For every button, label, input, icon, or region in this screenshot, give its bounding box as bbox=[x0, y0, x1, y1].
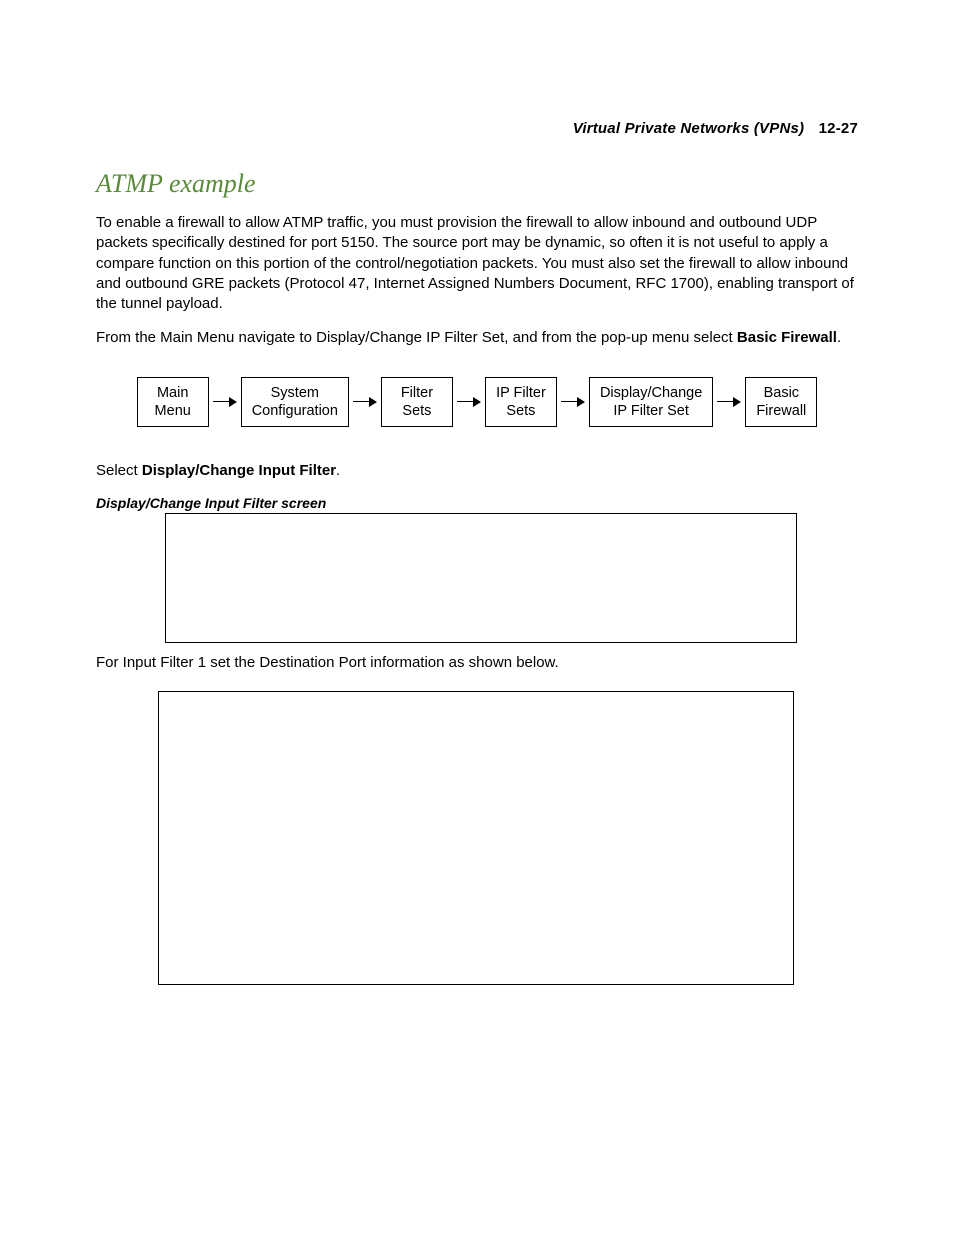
input-filter-screen-placeholder bbox=[165, 513, 797, 643]
paragraph-3-post: . bbox=[336, 462, 340, 479]
arrow-icon bbox=[457, 397, 481, 407]
section-title: ATMP example bbox=[96, 169, 858, 199]
running-header: Virtual Private Networks (VPNs) 12-27 bbox=[96, 120, 858, 137]
paragraph-2: From the Main Menu navigate to Display/C… bbox=[96, 328, 858, 348]
navigation-flowchart: Main Menu System Configuration Filter Se… bbox=[96, 377, 858, 427]
arrow-icon bbox=[717, 397, 741, 407]
paragraph-2-bold: Basic Firewall bbox=[737, 329, 837, 346]
flow-box-display-change-ip-filter-set: Display/Change IP Filter Set bbox=[589, 377, 713, 427]
flow-line: Main bbox=[157, 385, 188, 401]
flow-line: Sets bbox=[506, 403, 535, 419]
flow-line: Basic bbox=[764, 385, 799, 401]
paragraph-1: To enable a firewall to allow ATMP traff… bbox=[96, 213, 858, 314]
arrow-icon bbox=[213, 397, 237, 407]
flow-line: Menu bbox=[155, 403, 191, 419]
paragraph-2-post: . bbox=[837, 329, 841, 346]
flow-line: Filter bbox=[401, 385, 433, 401]
paragraph-3: Select Display/Change Input Filter. bbox=[96, 461, 858, 481]
flow-box-basic-firewall: Basic Firewall bbox=[745, 377, 817, 427]
header-page-number: 12-27 bbox=[819, 120, 858, 137]
flow-line: Sets bbox=[402, 403, 431, 419]
header-title: Virtual Private Networks (VPNs) bbox=[573, 120, 805, 137]
flow-line: Display/Change bbox=[600, 385, 702, 401]
arrow-icon bbox=[561, 397, 585, 407]
flow-line: IP Filter Set bbox=[613, 403, 688, 419]
paragraph-4: For Input Filter 1 set the Destination P… bbox=[96, 653, 858, 673]
flow-line: Firewall bbox=[756, 403, 806, 419]
flow-line: IP Filter bbox=[496, 385, 546, 401]
flow-box-ip-filter-sets: IP Filter Sets bbox=[485, 377, 557, 427]
flow-box-main-menu: Main Menu bbox=[137, 377, 209, 427]
document-page: Virtual Private Networks (VPNs) 12-27 AT… bbox=[0, 0, 954, 1235]
flow-box-system-configuration: System Configuration bbox=[241, 377, 349, 427]
flow-line: System bbox=[271, 385, 319, 401]
paragraph-3-pre: Select bbox=[96, 462, 142, 479]
paragraph-2-pre: From the Main Menu navigate to Display/C… bbox=[96, 329, 737, 346]
flow-box-filter-sets: Filter Sets bbox=[381, 377, 453, 427]
screen-caption-1: Display/Change Input Filter screen bbox=[96, 495, 858, 511]
destination-port-screen-placeholder bbox=[158, 691, 794, 985]
arrow-icon bbox=[353, 397, 377, 407]
paragraph-3-bold: Display/Change Input Filter bbox=[142, 462, 336, 479]
flow-line: Configuration bbox=[252, 403, 338, 419]
